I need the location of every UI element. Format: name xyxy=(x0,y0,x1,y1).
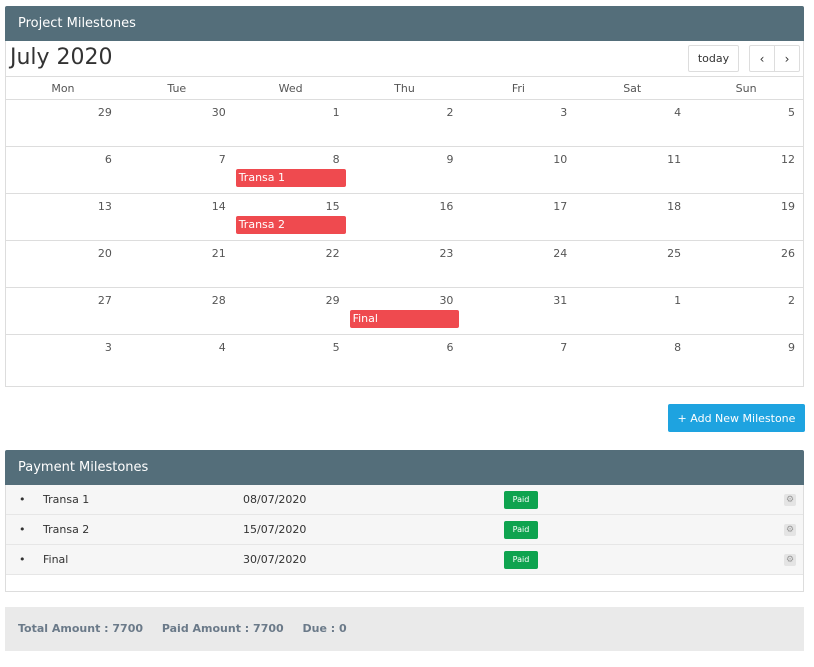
calendar-day-cell[interactable]: 6 xyxy=(348,335,462,382)
totals-bar: Total Amount : 7700 Paid Amount : 7700 D… xyxy=(5,607,804,651)
calendar-day-cell[interactable]: 9 xyxy=(348,147,462,193)
due-amount: Due : 0 xyxy=(302,622,347,635)
milestone-date: 15/07/2020 xyxy=(243,523,307,536)
weekday-label: Sat xyxy=(623,82,642,95)
milestone-name: Transa 2 xyxy=(43,523,90,536)
calendar-day-cell[interactable]: 10 xyxy=(461,147,575,193)
payment-row: • Transa 1 08/07/2020 Paid ⚙ xyxy=(6,485,803,515)
calendar-day-cell[interactable]: 27 xyxy=(6,288,120,334)
weekday-header-row: Mon Tue Wed Thu Fri Sat Sun xyxy=(6,76,803,100)
calendar-day-cell[interactable]: 20 xyxy=(6,241,120,287)
calendar-day-cell[interactable]: 24 xyxy=(461,241,575,287)
calendar-event[interactable]: Transa 2 xyxy=(235,216,346,234)
payment-milestones-header: Payment Milestones xyxy=(5,450,804,485)
calendar-day-cell[interactable]: 7 xyxy=(120,147,234,193)
calendar-day-cell[interactable]: 23 xyxy=(348,241,462,287)
calendar-event[interactable]: Final xyxy=(349,310,460,328)
calendar-day-cell[interactable]: 12 xyxy=(689,147,803,193)
calendar-day-cell[interactable]: 3 xyxy=(6,335,120,382)
calendar-day-cell[interactable]: 29 xyxy=(6,100,120,146)
milestone-name: Final xyxy=(43,553,69,566)
payment-milestones-list: • Transa 1 08/07/2020 Paid ⚙ • Transa 2 … xyxy=(5,485,804,592)
calendar-day-cell[interactable]: 26 xyxy=(689,241,803,287)
calendar-week-row: 27 28 29 30 31 1 2 Final xyxy=(6,288,803,335)
calendar-day-cell[interactable]: 2 xyxy=(348,100,462,146)
calendar-day-cell[interactable]: 19 xyxy=(689,194,803,240)
calendar-day-cell[interactable]: 4 xyxy=(575,100,689,146)
calendar-day-cell[interactable]: 18 xyxy=(575,194,689,240)
paid-status-badge: Paid xyxy=(504,491,538,509)
gear-icon[interactable]: ⚙ xyxy=(784,524,796,536)
paid-status-badge: Paid xyxy=(504,521,538,539)
calendar-day-cell[interactable]: 28 xyxy=(120,288,234,334)
calendar-grid: Mon Tue Wed Thu Fri Sat Sun 29 30 1 2 3 4 5 6 7 8… xyxy=(6,76,803,382)
calendar-day-cell[interactable]: 9 xyxy=(689,335,803,382)
calendar-day-cell[interactable]: 7 xyxy=(461,335,575,382)
calendar-day-cell[interactable]: 1 xyxy=(575,288,689,334)
calendar-day-cell[interactable]: 30 xyxy=(120,100,234,146)
weekday-label: Mon xyxy=(51,82,75,95)
payment-milestones-title: Payment Milestones xyxy=(18,460,149,475)
gear-icon[interactable]: ⚙ xyxy=(784,554,796,566)
milestone-name: Transa 1 xyxy=(43,493,90,506)
calendar-day-cell[interactable]: 5 xyxy=(234,335,348,382)
calendar-day-cell[interactable]: 25 xyxy=(575,241,689,287)
calendar-day-cell[interactable]: 31 xyxy=(461,288,575,334)
calendar-week-row: 13 14 15 16 17 18 19 Transa 2 xyxy=(6,194,803,241)
bullet: • xyxy=(19,493,26,506)
total-amount: Total Amount : 7700 xyxy=(18,622,144,635)
calendar-day-cell[interactable]: 16 xyxy=(348,194,462,240)
calendar-day-cell[interactable]: 5 xyxy=(689,100,803,146)
calendar-day-cell[interactable]: 1 xyxy=(234,100,348,146)
calendar: July 2020 today ‹ › Mon Tue Wed Thu Fri … xyxy=(5,41,804,387)
calendar-week-row: 6 7 8 9 10 11 12 Transa 1 xyxy=(6,147,803,194)
calendar-day-cell[interactable]: 2 xyxy=(689,288,803,334)
calendar-event[interactable]: Transa 1 xyxy=(235,169,346,187)
calendar-day-cell[interactable]: 22 xyxy=(234,241,348,287)
calendar-week-row: 20 21 22 23 24 25 26 xyxy=(6,241,803,288)
weekday-label: Tue xyxy=(167,82,187,95)
milestone-date: 30/07/2020 xyxy=(243,553,307,566)
calendar-day-cell[interactable]: 17 xyxy=(461,194,575,240)
today-button[interactable]: today xyxy=(688,45,739,72)
weekday-label: Sun xyxy=(735,82,757,95)
calendar-day-cell[interactable]: 4 xyxy=(120,335,234,382)
next-month-button[interactable]: › xyxy=(774,45,800,72)
calendar-day-cell[interactable]: 8 xyxy=(575,335,689,382)
payment-row: • Transa 2 15/07/2020 Paid ⚙ xyxy=(6,515,803,545)
calendar-week-row: 29 30 1 2 3 4 5 xyxy=(6,100,803,147)
weekday-label: Thu xyxy=(394,82,415,95)
calendar-day-cell[interactable]: 13 xyxy=(6,194,120,240)
calendar-day-cell[interactable]: 14 xyxy=(120,194,234,240)
calendar-week-row: 3456789 xyxy=(6,335,803,382)
bullet: • xyxy=(19,553,26,566)
calendar-day-cell[interactable]: 11 xyxy=(575,147,689,193)
calendar-day-cell[interactable]: 6 xyxy=(6,147,120,193)
paid-amount: Paid Amount : 7700 xyxy=(161,622,284,635)
paid-status-badge: Paid xyxy=(504,551,538,569)
bullet: • xyxy=(19,523,26,536)
payment-row: • Final 30/07/2020 Paid ⚙ xyxy=(6,545,803,575)
prev-month-button[interactable]: ‹ xyxy=(749,45,775,72)
milestone-date: 08/07/2020 xyxy=(243,493,307,506)
calendar-month-title: July 2020 xyxy=(10,45,113,70)
weekday-label: Wed xyxy=(278,82,303,95)
weekday-label: Fri xyxy=(511,82,525,95)
add-new-milestone-button[interactable]: + Add New Milestone xyxy=(668,404,805,432)
project-milestones-title: Project Milestones xyxy=(18,16,136,31)
gear-icon[interactable]: ⚙ xyxy=(784,494,796,506)
calendar-day-cell[interactable]: 3 xyxy=(461,100,575,146)
project-milestones-header: Project Milestones xyxy=(5,6,804,41)
calendar-day-cell[interactable]: 21 xyxy=(120,241,234,287)
calendar-day-cell[interactable]: 29 xyxy=(234,288,348,334)
